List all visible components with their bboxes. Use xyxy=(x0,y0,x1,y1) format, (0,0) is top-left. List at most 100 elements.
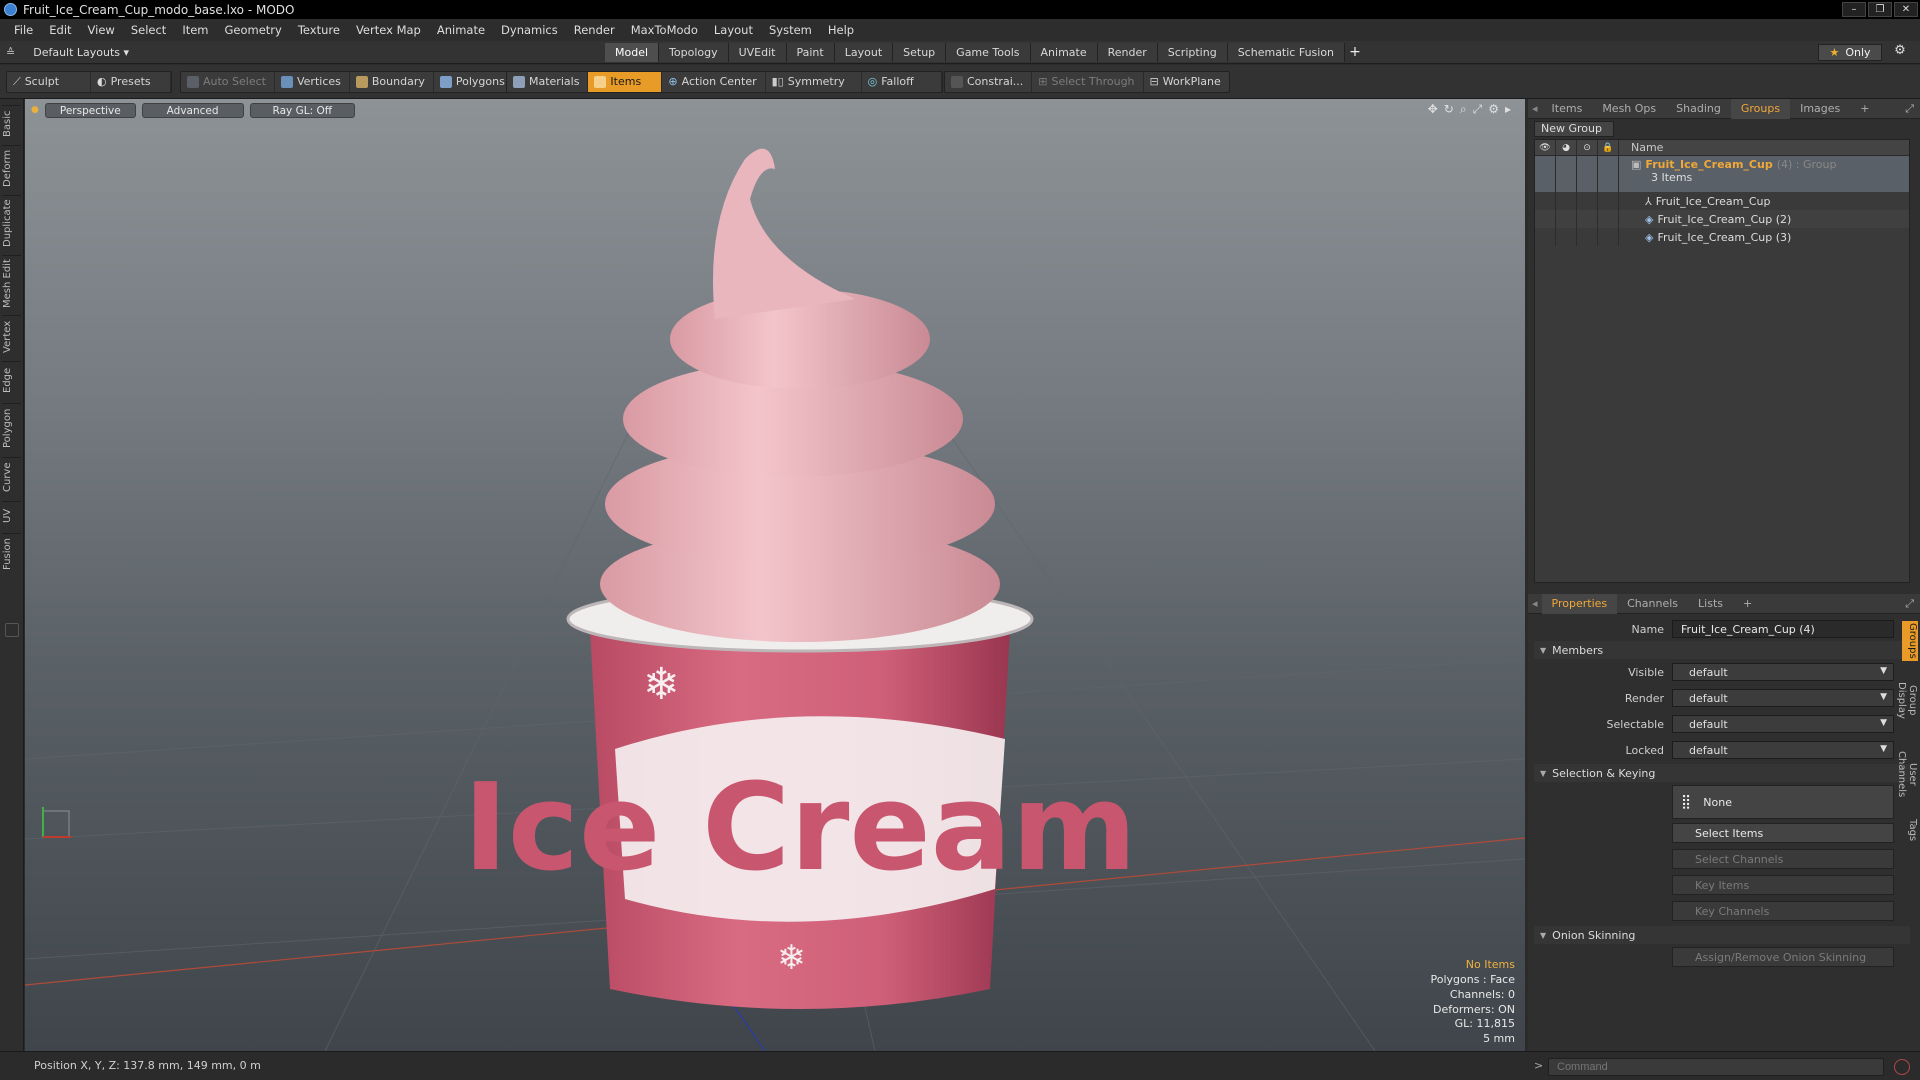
menu-system[interactable]: System xyxy=(761,23,820,37)
auto-select-button[interactable]: Auto Select xyxy=(181,72,275,92)
menu-view[interactable]: View xyxy=(80,23,123,37)
presets-button[interactable]: ◐ Presets xyxy=(91,72,171,92)
select-header-icon[interactable]: ⊙ xyxy=(1577,139,1598,156)
sculpt-button[interactable]: ⟋ Sculpt xyxy=(7,72,91,92)
menu-help[interactable]: Help xyxy=(820,23,862,37)
properties-menu-icon[interactable]: ◂ xyxy=(1528,594,1542,614)
only-button[interactable]: ★ Only xyxy=(1818,44,1882,61)
side-tab-group-display[interactable]: Group Display xyxy=(1896,665,1918,735)
fit-view-icon[interactable]: ⤢ xyxy=(1473,102,1483,117)
move-view-icon[interactable]: ✥ xyxy=(1428,102,1438,117)
menu-vertex-map[interactable]: Vertex Map xyxy=(348,23,429,37)
tab-paint[interactable]: Paint xyxy=(786,43,835,62)
tab-scripting[interactable]: Scripting xyxy=(1157,43,1228,62)
boundary-button[interactable]: Boundary xyxy=(350,72,434,92)
viewport-settings-icon[interactable]: ⚙ xyxy=(1488,102,1499,117)
vtab-vertex[interactable]: Vertex xyxy=(2,315,21,357)
items-button[interactable]: Items xyxy=(588,72,663,92)
locked-dropdown[interactable]: default ▼ xyxy=(1672,741,1894,759)
vtab-duplicate[interactable]: Duplicate xyxy=(2,195,21,251)
render-header-icon[interactable]: ◕ xyxy=(1556,139,1577,156)
key-items-button[interactable]: Key Items xyxy=(1672,875,1894,895)
add-tab-button[interactable]: + xyxy=(1345,43,1365,62)
vtab-fusion[interactable]: Fusion xyxy=(2,533,21,575)
select-channels-button[interactable]: Select Channels xyxy=(1672,849,1894,869)
vtab-curve[interactable]: Curve xyxy=(2,457,21,497)
menu-texture[interactable]: Texture xyxy=(290,23,348,37)
menu-render[interactable]: Render xyxy=(566,23,623,37)
vtab-mesh-edit[interactable]: Mesh Edit xyxy=(2,255,21,311)
properties-expand-icon[interactable]: ⤢ xyxy=(1899,594,1920,614)
select-through-button[interactable]: ⊞ Select Through xyxy=(1032,72,1144,92)
vtab-polygon[interactable]: Polygon xyxy=(2,403,21,453)
tab-uvedit[interactable]: UVEdit xyxy=(728,43,787,62)
selection-keying-section[interactable]: ▼ Selection & Keying xyxy=(1534,764,1910,782)
list-item[interactable]: ◈ Fruit_Ice_Cream_Cup (2) xyxy=(1535,210,1909,228)
lock-header-icon[interactable]: 🔒 xyxy=(1598,139,1619,156)
menu-animate[interactable]: Animate xyxy=(429,23,493,37)
menu-geometry[interactable]: Geometry xyxy=(217,23,290,37)
onion-skinning-section[interactable]: ▼ Onion Skinning xyxy=(1534,926,1910,944)
vtab-uv[interactable]: UV xyxy=(2,501,21,529)
minimize-button[interactable]: – xyxy=(1842,2,1866,17)
side-tab-groups[interactable]: Groups xyxy=(1902,621,1918,661)
vtab-basic[interactable]: Basic xyxy=(2,105,21,141)
vtab-edge[interactable]: Edge xyxy=(2,361,21,399)
menu-item[interactable]: Item xyxy=(174,23,216,37)
menu-dynamics[interactable]: Dynamics xyxy=(493,23,566,37)
menu-layout[interactable]: Layout xyxy=(706,23,761,37)
materials-button[interactable]: Materials xyxy=(507,72,589,92)
maximize-button[interactable]: ❐ xyxy=(1868,2,1892,17)
list-item[interactable]: ⅄ Fruit_Ice_Cream_Cup xyxy=(1535,192,1909,210)
tab-mesh-ops[interactable]: Mesh Ops xyxy=(1592,99,1666,119)
side-tab-user-channels[interactable]: User Channels xyxy=(1896,739,1918,809)
view-type-button[interactable]: Perspective xyxy=(44,103,136,118)
panel-expand-icon[interactable]: ⤢ xyxy=(1899,99,1920,119)
record-icon[interactable] xyxy=(1894,1059,1910,1075)
vtab-deform[interactable]: Deform xyxy=(2,145,21,191)
menu-maxtomodo[interactable]: MaxToModo xyxy=(623,23,706,37)
raygl-button[interactable]: Ray GL: Off xyxy=(249,103,355,118)
tab-lists[interactable]: Lists xyxy=(1688,594,1733,614)
close-button[interactable]: ✕ xyxy=(1894,2,1918,17)
gear-icon[interactable]: ⚙ xyxy=(1890,43,1910,62)
workplane-button[interactable]: ⊟ WorkPlane xyxy=(1144,72,1229,92)
action-center-button[interactable]: ⊕ Action Center xyxy=(662,72,766,92)
shading-mode-button[interactable]: Advanced xyxy=(141,103,244,118)
zoom-view-icon[interactable]: ⌕ xyxy=(1460,102,1467,117)
symmetry-button[interactable]: ▮▯ Symmetry xyxy=(766,72,862,92)
layout-selector[interactable]: ≙ Default Layouts ▾ xyxy=(6,44,129,61)
rotate-view-icon[interactable]: ↻ xyxy=(1444,102,1454,117)
name-field[interactable]: Fruit_Ice_Cream_Cup (4) xyxy=(1672,620,1894,638)
falloff-button[interactable]: ◎ Falloff xyxy=(862,72,942,92)
members-section[interactable]: ▼ Members xyxy=(1534,641,1910,659)
onion-skinning-button[interactable]: Assign/Remove Onion Skinning xyxy=(1672,947,1894,967)
tab-groups[interactable]: Groups xyxy=(1730,98,1791,119)
viewport-expand-icon[interactable]: ▸ xyxy=(1505,102,1511,117)
tab-game-tools[interactable]: Game Tools xyxy=(946,43,1031,62)
tab-properties[interactable]: Properties xyxy=(1541,593,1618,614)
tab-channels[interactable]: Channels xyxy=(1617,594,1688,614)
vertices-button[interactable]: Vertices xyxy=(275,72,350,92)
new-group-button[interactable]: New Group xyxy=(1534,121,1614,137)
list-item[interactable]: ◈ Fruit_Ice_Cream_Cup (3) xyxy=(1535,228,1909,246)
command-input[interactable] xyxy=(1548,1058,1884,1076)
tab-items[interactable]: Items xyxy=(1542,99,1593,119)
tool-palette-toggle[interactable] xyxy=(5,623,19,637)
viewport-menu-icon[interactable]: ● xyxy=(31,103,39,119)
layout-collapse-icon[interactable]: ≙ xyxy=(6,46,15,59)
tab-layout[interactable]: Layout xyxy=(834,43,894,62)
key-channels-button[interactable]: Key Channels xyxy=(1672,901,1894,921)
menu-edit[interactable]: Edit xyxy=(41,23,79,37)
select-items-button[interactable]: Select Items xyxy=(1672,823,1894,843)
selectable-dropdown[interactable]: default ▼ xyxy=(1672,715,1894,733)
tab-images[interactable]: Images xyxy=(1790,99,1850,119)
tab-animate[interactable]: Animate xyxy=(1030,43,1098,62)
group-row[interactable]: ▣ Fruit_Ice_Cream_Cup (4) : Group 3 Item… xyxy=(1535,156,1909,192)
tab-shading[interactable]: Shading xyxy=(1666,99,1731,119)
panel-menu-icon[interactable]: ◂ xyxy=(1528,99,1542,119)
visible-dropdown[interactable]: default ▼ xyxy=(1672,663,1894,681)
add-panel-tab-button[interactable]: + xyxy=(1850,99,1879,119)
3d-viewport[interactable]: Ice Cream ❄ ❄ ● Perspective Advanced Ray… xyxy=(25,99,1525,1051)
side-tab-tags[interactable]: Tags xyxy=(1902,813,1918,847)
